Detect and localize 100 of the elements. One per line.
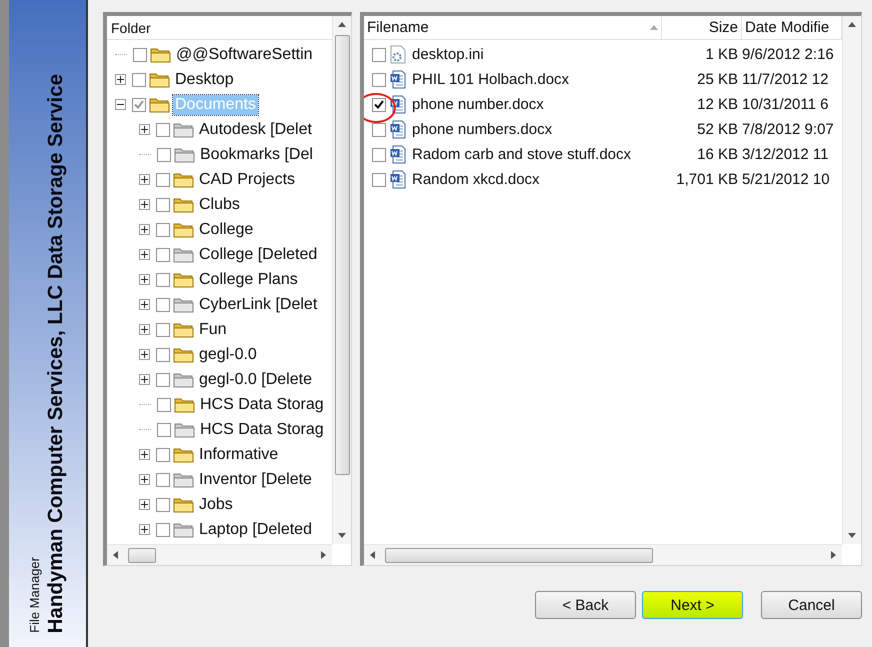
- file-name[interactable]: desktop.ini: [406, 46, 662, 63]
- expand-toggle[interactable]: [139, 274, 150, 285]
- company-title: Handyman Computer Services, LLC Data Storage Service: [44, 74, 68, 633]
- scroll-right-icon[interactable]: [831, 551, 836, 559]
- folder-name[interactable]: Clubs: [197, 194, 242, 214]
- file-name[interactable]: phone numbers.docx: [406, 121, 662, 138]
- expand-toggle[interactable]: [139, 299, 150, 310]
- column-title: Filename: [367, 19, 429, 36]
- vertical-scrollbar[interactable]: [332, 16, 351, 544]
- file-date: 5/21/2012 10: [742, 171, 831, 188]
- checkbox[interactable]: [372, 48, 386, 62]
- scrollbar-thumb[interactable]: [334, 35, 350, 475]
- folder-name[interactable]: Desktop: [173, 70, 236, 90]
- checkbox[interactable]: [156, 322, 170, 336]
- vertical-scrollbar[interactable]: [842, 16, 861, 544]
- expand-toggle[interactable]: [139, 349, 150, 360]
- file-name[interactable]: Random xkcd.docx: [406, 171, 662, 188]
- folder-name[interactable]: Bookmarks [Del: [198, 144, 315, 164]
- horizontal-scrollbar[interactable]: [364, 544, 842, 565]
- checkbox[interactable]: [372, 172, 386, 186]
- checkbox[interactable]: [156, 248, 170, 262]
- checkbox[interactable]: [157, 148, 171, 162]
- checkbox[interactable]: [156, 448, 170, 462]
- folder-name[interactable]: Informative: [197, 444, 280, 464]
- expand-toggle[interactable]: [139, 174, 150, 185]
- folder-name[interactable]: College Plans: [197, 270, 300, 290]
- app-subtitle: File Manager: [27, 557, 42, 633]
- file-name[interactable]: phone number.docx: [406, 96, 662, 113]
- wizard-button[interactable]: Next >: [642, 591, 743, 619]
- wizard-button[interactable]: Cancel: [761, 591, 862, 619]
- folder-name[interactable]: Autodesk [Delet: [197, 120, 314, 140]
- checkbox[interactable]: [156, 522, 170, 536]
- folder-name[interactable]: Inventor [Delete: [197, 470, 314, 490]
- folder-name[interactable]: College [Deleted: [197, 244, 320, 264]
- expand-toggle[interactable]: [139, 124, 150, 135]
- scrollbar-thumb[interactable]: [385, 548, 653, 562]
- horizontal-scrollbar[interactable]: [107, 544, 332, 565]
- expand-toggle[interactable]: [139, 449, 150, 460]
- file-size: 25 KB: [696, 71, 739, 88]
- checkbox[interactable]: [133, 48, 147, 62]
- file-date: 7/8/2012 9:07: [742, 121, 835, 138]
- checkbox[interactable]: [156, 298, 170, 312]
- scroll-right-icon[interactable]: [321, 551, 326, 559]
- checkbox[interactable]: [156, 172, 170, 186]
- scrollbar-thumb[interactable]: [128, 548, 156, 562]
- checkbox[interactable]: [156, 348, 170, 362]
- checkbox[interactable]: [372, 122, 386, 136]
- folder-name[interactable]: HCS Data Storag: [198, 394, 326, 414]
- expand-toggle[interactable]: [139, 249, 150, 260]
- wizard-button[interactable]: < Back: [535, 591, 636, 619]
- checkbox[interactable]: [132, 98, 146, 112]
- checkbox[interactable]: [156, 272, 170, 286]
- folder-name[interactable]: CAD Projects: [197, 170, 298, 190]
- scroll-down-icon[interactable]: [338, 533, 346, 538]
- folder-name[interactable]: Laptop [Deleted: [197, 520, 314, 540]
- scroll-left-icon[interactable]: [370, 551, 375, 559]
- expand-toggle[interactable]: [139, 224, 150, 235]
- column-header[interactable]: Size: [662, 16, 742, 39]
- checkbox[interactable]: [156, 372, 170, 386]
- scroll-up-icon[interactable]: [338, 22, 346, 27]
- file-name[interactable]: PHIL 101 Holbach.docx: [406, 71, 662, 88]
- expand-toggle[interactable]: [115, 74, 126, 85]
- folder-name[interactable]: @@SoftwareSettin: [174, 44, 315, 64]
- checkbox[interactable]: [372, 72, 386, 86]
- folder-name[interactable]: HCS Data Storag: [198, 420, 326, 440]
- file-date: 10/31/2011 6: [742, 96, 830, 113]
- checkbox[interactable]: [372, 98, 386, 112]
- checkbox[interactable]: [156, 472, 170, 486]
- checkbox[interactable]: [372, 148, 386, 162]
- column-header[interactable]: Folder: [107, 20, 155, 36]
- expand-toggle[interactable]: [139, 499, 150, 510]
- folder-name[interactable]: gegl-0.0 [Delete: [197, 370, 314, 390]
- file-date: 9/6/2012 2:16: [742, 46, 835, 63]
- expand-toggle[interactable]: [139, 324, 150, 335]
- file-date: 11/7/2012 12: [742, 71, 830, 88]
- checkbox[interactable]: [156, 222, 170, 236]
- folder-name[interactable]: gegl-0.0: [197, 344, 259, 364]
- checkbox[interactable]: [156, 198, 170, 212]
- folder-name[interactable]: College: [197, 220, 256, 240]
- scroll-up-icon[interactable]: [848, 22, 856, 27]
- checkbox[interactable]: [157, 398, 171, 412]
- expand-toggle[interactable]: [139, 524, 150, 535]
- scroll-left-icon[interactable]: [113, 551, 118, 559]
- expand-toggle[interactable]: [139, 199, 150, 210]
- checkbox[interactable]: [156, 498, 170, 512]
- folder-name[interactable]: CyberLink [Delet: [197, 294, 320, 314]
- folder-name[interactable]: Jobs: [197, 494, 235, 514]
- collapse-toggle[interactable]: [115, 99, 126, 110]
- column-header[interactable]: Filename: [364, 16, 662, 39]
- checkbox[interactable]: [156, 122, 170, 136]
- scroll-down-icon[interactable]: [848, 533, 856, 538]
- word-document-icon: [390, 120, 406, 139]
- file-name[interactable]: Radom carb and stove stuff.docx: [406, 146, 662, 163]
- expand-toggle[interactable]: [139, 474, 150, 485]
- checkbox[interactable]: [132, 72, 146, 86]
- checkbox[interactable]: [157, 422, 171, 436]
- file-date: 3/12/2012 11: [742, 146, 830, 163]
- folder-name[interactable]: Fun: [197, 320, 229, 340]
- expand-toggle[interactable]: [139, 374, 150, 385]
- word-document-icon: [390, 70, 406, 89]
